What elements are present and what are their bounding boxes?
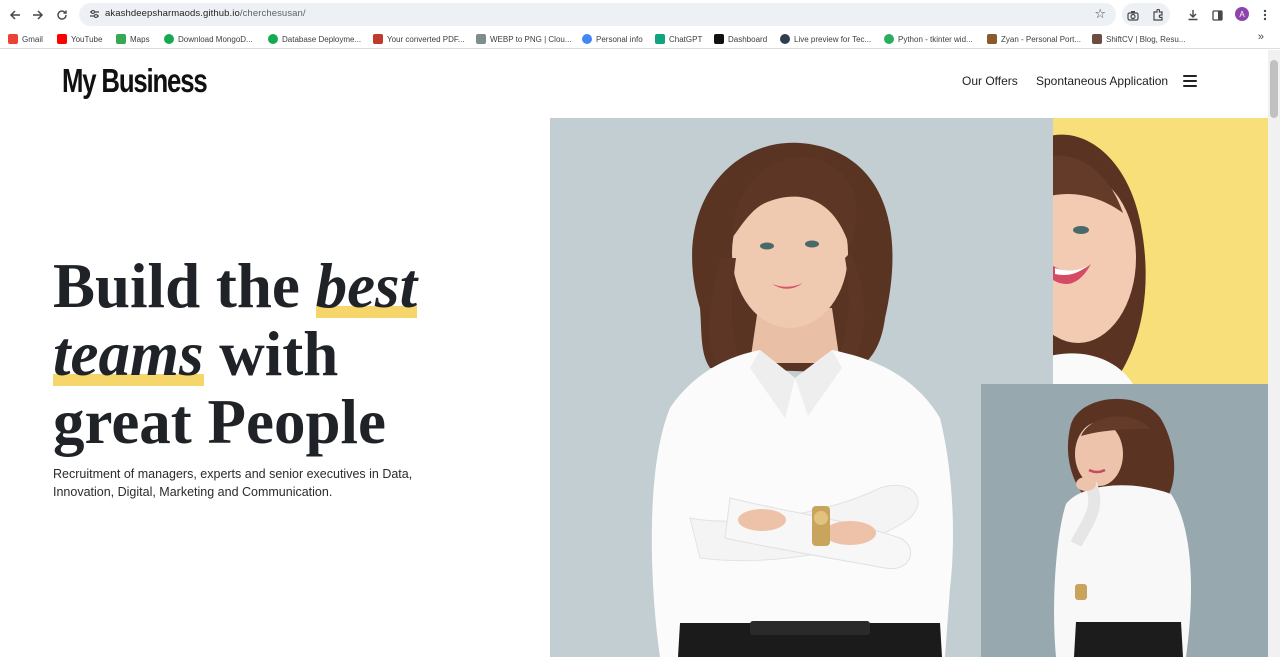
headline-line-3: great People [53,387,386,457]
hero-subtext: Recruitment of managers, experts and sen… [53,467,413,499]
bookmark-label: ChatGPT [669,34,703,44]
headline-highlight: best [315,251,418,321]
bookmark-label: ShiftCV | Blog, Resu... [1106,34,1186,44]
bookmark-pdf[interactable]: Your converted PDF... [373,32,465,46]
bookmark-chatgpt[interactable]: ChatGPT [655,32,702,46]
bookmark-label: Your converted PDF... [387,34,465,44]
woman-portrait-image [651,142,953,657]
scrollbar-thumb[interactable] [1270,60,1278,118]
reload-icon[interactable] [53,6,71,24]
bookmark-label: Download MongoD... [178,34,253,44]
google-icon [582,34,592,44]
headline-line-2: teams with [53,319,417,389]
chevron-double-right-icon[interactable]: » [1258,31,1264,43]
pdf-icon [373,34,383,44]
profile-avatar[interactable]: A [1235,7,1249,21]
hero-headline: Build the best teams with great People [53,251,418,457]
side-panel-icon[interactable] [1208,6,1226,24]
headline-line-1: Build the best [53,251,418,321]
headline-text: Build the [53,251,316,321]
bookmark-mongodb[interactable]: Download MongoD... [164,32,253,46]
nav-our-offers[interactable]: Our Offers [962,74,1018,88]
nav-spontaneous-application[interactable]: Spontaneous Application [1036,74,1168,88]
bookmark-label: Dashboard [728,34,768,44]
bookmark-label: Database Deployme... [282,34,362,44]
camera-icon[interactable] [1124,6,1142,24]
bookmark-webp[interactable]: WEBP to PNG | Clou... [476,32,572,46]
browser-toolbar: akashdeepsharmaods.github.io/cherchesusa… [0,0,1280,29]
bookmark-label: Python - tkinter wid... [898,34,973,44]
shiftcv-icon [1092,34,1102,44]
gmail-icon [8,34,18,44]
bookmark-shiftcv[interactable]: ShiftCV | Blog, Resu... [1092,32,1185,46]
bookmark-label: Gmail [22,34,43,44]
hero-image-profile [981,384,1268,657]
headline-highlight: teams [53,319,204,389]
headline-text: with [203,319,339,389]
page-scrollbar[interactable] [1268,50,1280,657]
cloud-icon [476,34,486,44]
site-info-icon[interactable] [87,7,101,21]
hero-image-main [550,118,1053,657]
star-icon[interactable]: ☆ [1094,6,1106,22]
web-page: My Business Our Offers Spontaneous Appli… [0,50,1268,657]
maps-icon [116,34,126,44]
mongodb-icon [164,34,174,44]
portfolio-icon [987,34,997,44]
python-icon [884,34,894,44]
download-icon[interactable] [1184,6,1202,24]
bookmark-gmail[interactable]: Gmail [8,32,43,46]
bookmark-label: Live preview for Tec... [794,34,872,44]
bookmark-maps[interactable]: Maps [116,32,150,46]
preview-icon [780,34,790,44]
mongodb-icon [268,34,278,44]
bookmark-live-preview[interactable]: Live preview for Tec... [780,32,871,46]
back-icon[interactable] [6,6,24,24]
bookmark-label: YouTube [71,34,103,44]
url-text[interactable]: akashdeepsharmaods.github.io/cherchesusa… [105,8,306,19]
bookmark-label: Zyan - Personal Port... [1001,34,1082,44]
menu-icon[interactable] [1256,6,1274,24]
forward-icon[interactable] [29,6,47,24]
bookmark-youtube[interactable]: YouTube [57,32,102,46]
bookmark-python[interactable]: Python - tkinter wid... [884,32,973,46]
extensions-icon[interactable] [1149,6,1167,24]
url-path: /cherchesusan/ [239,8,306,19]
bookmark-zyan[interactable]: Zyan - Personal Port... [987,32,1081,46]
bookmarks-bar: Gmail YouTube Maps Download MongoD... Da… [0,29,1280,49]
woman-closeup-image [1053,134,1146,384]
url-host: akashdeepsharmaods.github.io [105,8,240,19]
bookmark-dashboard[interactable]: Dashboard [714,32,767,46]
hamburger-menu-icon[interactable] [1183,75,1197,87]
bookmark-label: Personal info [596,34,643,44]
youtube-icon [57,34,67,44]
address-bar[interactable]: akashdeepsharmaods.github.io/cherchesusa… [79,3,1116,26]
dashboard-icon [714,34,724,44]
chatgpt-icon [655,34,665,44]
woman-profile-image [1054,398,1191,657]
hero-image-closeup [1053,118,1268,384]
bookmark-label: WEBP to PNG | Clou... [490,34,572,44]
bookmark-label: Maps [130,34,150,44]
bookmark-database[interactable]: Database Deployme... [268,32,361,46]
bookmark-personal-info[interactable]: Personal info [582,32,643,46]
site-logo[interactable]: My Business [62,62,208,100]
